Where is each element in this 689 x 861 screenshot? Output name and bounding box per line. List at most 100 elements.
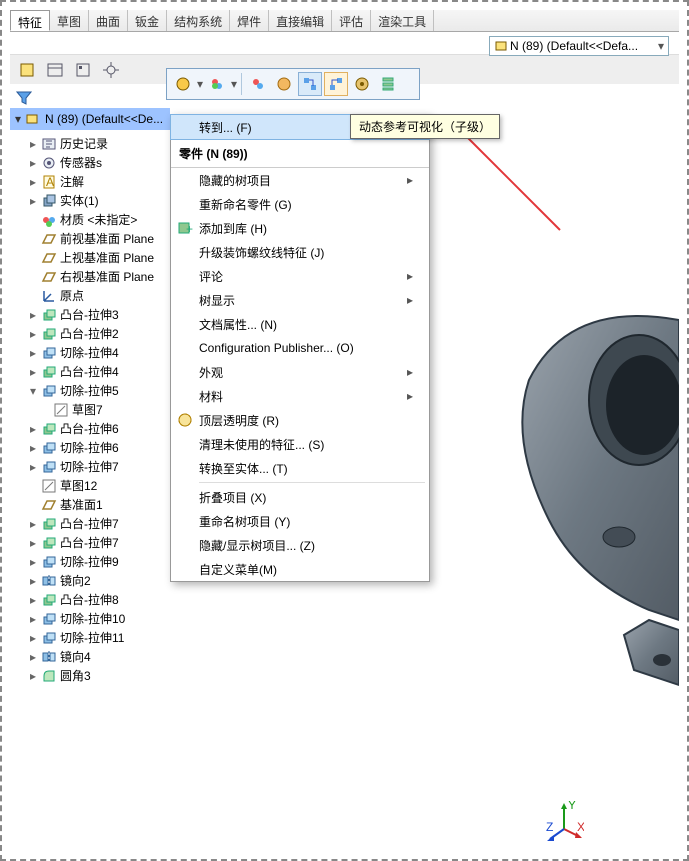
context-menu-item[interactable]: 树显示▸ (171, 288, 429, 312)
tree-node[interactable]: ▸凸台-拉伸4 (28, 362, 168, 381)
tree-twisty-icon[interactable]: ▸ (28, 631, 38, 645)
tree-twisty-icon[interactable]: ▸ (28, 156, 38, 170)
plane-icon (41, 269, 57, 285)
tree-node[interactable]: 材质 <未指定> (28, 210, 168, 229)
filter-icon[interactable] (70, 57, 96, 83)
tree-twisty-icon[interactable]: ▸ (28, 422, 38, 436)
isolate-icon[interactable] (350, 72, 374, 96)
dynamic-ref-child-icon[interactable] (324, 72, 348, 96)
tree-twisty-icon[interactable]: ▸ (28, 365, 38, 379)
context-menu-item[interactable]: 外观▸ (171, 360, 429, 384)
tree-node[interactable]: ▸凸台-拉伸7 (28, 514, 168, 533)
display-pane-icon[interactable] (14, 57, 40, 83)
feature-tree-header[interactable]: ▾ N (89) (Default<<De... (10, 108, 170, 130)
context-menu-item[interactable]: 自定义菜单(M) (171, 557, 429, 581)
tree-display-icon[interactable] (42, 57, 68, 83)
context-item-label: 隐藏的树项目 (199, 172, 407, 189)
tree-node[interactable]: ▸凸台-拉伸3 (28, 305, 168, 324)
tree-twisty-icon[interactable]: ▸ (28, 517, 38, 531)
main-tab[interactable]: 结构系统 (167, 10, 230, 31)
tree-node[interactable]: 前视基准面 Plane (28, 229, 168, 248)
main-tab[interactable]: 草图 (50, 10, 89, 31)
tree-twisty-icon[interactable]: ▸ (28, 555, 38, 569)
context-menu-item[interactable]: +添加到库 (H) (171, 216, 429, 240)
main-tab[interactable]: 曲面 (89, 10, 128, 31)
tree-node[interactable]: ▸凸台-拉伸6 (28, 419, 168, 438)
tree-twisty-icon[interactable]: ▸ (28, 460, 38, 474)
model-viewport[interactable] (419, 290, 679, 710)
context-menu-item[interactable]: 重命名树项目 (Y) (171, 509, 429, 533)
tree-twisty-icon[interactable]: ▸ (28, 308, 38, 322)
tree-twisty-icon[interactable]: ▸ (28, 574, 38, 588)
tree-twisty-icon[interactable]: ▸ (28, 441, 38, 455)
context-menu-item[interactable]: 顶层透明度 (R) (171, 408, 429, 432)
tree-twisty-icon[interactable]: ▸ (28, 650, 38, 664)
filter-funnel-icon[interactable] (16, 90, 34, 108)
tree-node[interactable]: 基准面1 (28, 495, 168, 514)
main-tab[interactable]: 渲染工具 (371, 10, 434, 31)
tree-node[interactable]: 原点 (28, 286, 168, 305)
tree-node[interactable]: 草图12 (28, 476, 168, 495)
tree-node[interactable]: ▸切除-拉伸9 (28, 552, 168, 571)
dropdown-icon[interactable]: ▾ (197, 77, 203, 91)
collapse-all-icon[interactable] (376, 72, 400, 96)
tree-twisty-icon[interactable]: ▸ (28, 536, 38, 550)
context-menu-item[interactable]: 升级装饰螺纹线特征 (J) (171, 240, 429, 264)
tree-node[interactable]: ▸切除-拉伸11 (28, 628, 168, 647)
main-tab[interactable]: 焊件 (230, 10, 269, 31)
main-tab[interactable]: 钣金 (128, 10, 167, 31)
feature-tree-panel: ▾ N (89) (Default<<De... ▸历史记录▸传感器s▸A注解▸… (10, 108, 170, 851)
tree-node[interactable]: ▸镜向2 (28, 571, 168, 590)
texture-icon[interactable] (272, 72, 296, 96)
context-menu-item[interactable]: 隐藏/显示树项目... (Z) (171, 533, 429, 557)
tree-twisty-icon[interactable]: ▸ (28, 194, 38, 208)
tree-node[interactable]: ▸凸台-拉伸7 (28, 533, 168, 552)
tree-node[interactable]: ▸A注解 (28, 172, 168, 191)
settings-icon[interactable] (98, 57, 124, 83)
appearance-icon[interactable] (205, 72, 229, 96)
context-menu: 转到... (F) ▸ 零件 (N (89)) 隐藏的树项目▸重新命名零件 (G… (170, 114, 430, 582)
tree-node[interactable]: ▸镜向4 (28, 647, 168, 666)
display-style-icon[interactable] (171, 72, 195, 96)
tree-node[interactable]: 右视基准面 Plane (28, 267, 168, 286)
tree-node[interactable]: ▸切除-拉伸6 (28, 438, 168, 457)
tree-node[interactable]: ▸切除-拉伸10 (28, 609, 168, 628)
tree-node[interactable]: ▸实体(1) (28, 191, 168, 210)
context-menu-item[interactable]: 转换至实体... (T) (171, 456, 429, 480)
tree-twisty-icon[interactable]: ▸ (28, 137, 38, 151)
context-menu-item[interactable]: 清理未使用的特征... (S) (171, 432, 429, 456)
context-menu-item[interactable]: 折叠项目 (X) (171, 485, 429, 509)
main-tab[interactable]: 特征 (10, 10, 50, 31)
tree-twisty-icon[interactable]: ▸ (28, 327, 38, 341)
tree-twisty-icon[interactable]: ▾ (28, 384, 38, 398)
extrude-icon (41, 326, 57, 342)
tree-node[interactable]: ▸凸台-拉伸2 (28, 324, 168, 343)
tree-node[interactable]: ▸历史记录 (28, 134, 168, 153)
tree-node[interactable]: ▾切除-拉伸5 (28, 381, 168, 400)
tree-node[interactable]: 草图7 (40, 400, 168, 419)
tree-node[interactable]: ▸凸台-拉伸8 (28, 590, 168, 609)
main-tab[interactable]: 评估 (332, 10, 371, 31)
edit-appearance-icon[interactable] (246, 72, 270, 96)
tree-node[interactable]: ▸圆角3 (28, 666, 168, 685)
main-tab[interactable]: 直接编辑 (269, 10, 332, 31)
tree-twisty-icon[interactable]: ▸ (28, 669, 38, 683)
context-menu-item[interactable]: Configuration Publisher... (O) (171, 336, 429, 360)
tree-twisty-icon[interactable]: ▸ (28, 612, 38, 626)
tree-node[interactable]: ▸切除-拉伸4 (28, 343, 168, 362)
context-menu-item[interactable]: 材料▸ (171, 384, 429, 408)
context-menu-item[interactable]: 文档属性... (N) (171, 312, 429, 336)
tree-node[interactable]: ▸传感器s (28, 153, 168, 172)
configuration-selector[interactable]: N (89) (Default<<Defa... ▾ (489, 36, 669, 56)
tree-node[interactable]: ▸切除-拉伸7 (28, 457, 168, 476)
context-menu-item[interactable]: 重新命名零件 (G) (171, 192, 429, 216)
tree-node[interactable]: 上视基准面 Plane (28, 248, 168, 267)
context-menu-item[interactable]: 隐藏的树项目▸ (171, 168, 429, 192)
tree-twisty-icon[interactable]: ▸ (28, 175, 38, 189)
tree-twisty-icon[interactable]: ▸ (28, 346, 38, 360)
dynamic-ref-parent-icon[interactable] (298, 72, 322, 96)
tree-twisty-icon[interactable]: ▸ (28, 593, 38, 607)
origin-icon (41, 288, 57, 304)
dropdown-icon[interactable]: ▾ (231, 77, 237, 91)
context-menu-item[interactable]: 评论▸ (171, 264, 429, 288)
